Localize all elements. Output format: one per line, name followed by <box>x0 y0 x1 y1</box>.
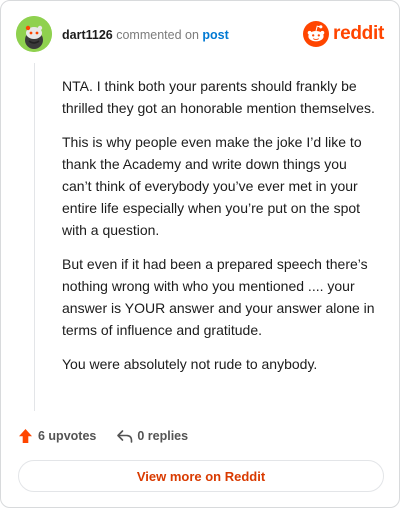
comment-meta: dart1126 commented on post <box>62 27 229 43</box>
reddit-brand-link[interactable]: reddit <box>303 20 384 48</box>
reddit-wordmark: reddit <box>333 23 384 44</box>
post-link[interactable]: post <box>202 28 228 42</box>
upvote-button[interactable]: 6 upvotes <box>18 428 96 444</box>
reply-arrow-icon <box>117 429 133 443</box>
comment-paragraph: You were absolutely not rude to anybody. <box>62 356 318 372</box>
comment-body: NTA. I think both your parents should fr… <box>62 75 380 387</box>
replies-count: 0 replies <box>137 429 189 443</box>
username-link[interactable]: dart1126 <box>62 28 113 42</box>
replies-button[interactable]: 0 replies <box>116 429 188 444</box>
upvote-count: 6 upvotes <box>38 429 97 443</box>
upvote-arrow-icon <box>19 429 32 443</box>
reddit-logo-icon <box>303 21 330 47</box>
embedded-comment-card: dart1126 commented on post reddit NTA. I… <box>0 0 400 508</box>
comment-paragraph: This is why people even make the joke I’… <box>62 134 362 238</box>
view-more-on-reddit-button[interactable]: View more on Reddit <box>18 460 384 492</box>
comment-paragraph: But even if it had been a prepared speec… <box>62 256 375 338</box>
comment-header: dart1126 commented on post reddit <box>16 16 384 52</box>
action-text: commented on <box>116 28 199 42</box>
comment-actions: 6 upvotes 0 replies <box>18 425 188 447</box>
snoo-avatar-icon[interactable] <box>16 16 52 52</box>
comment-paragraph: NTA. I think both your parents should fr… <box>62 78 375 116</box>
thread-line <box>34 63 35 411</box>
